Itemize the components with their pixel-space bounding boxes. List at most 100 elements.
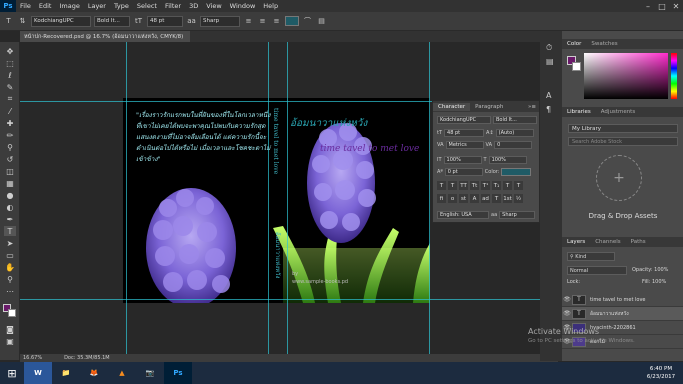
faux-italic-button[interactable]: T bbox=[448, 181, 457, 190]
word-app-icon[interactable]: W bbox=[24, 362, 52, 384]
history-brush-icon[interactable]: ↺ bbox=[4, 154, 16, 164]
char-font-family[interactable]: KodchiangUPC bbox=[437, 116, 491, 124]
menu-help[interactable]: Help bbox=[259, 2, 282, 10]
char-language[interactable]: English: USA bbox=[437, 211, 489, 219]
align-left-icon[interactable]: ≡ bbox=[243, 16, 254, 27]
menu-file[interactable]: File bbox=[16, 2, 35, 10]
superscript-button[interactable]: T¹ bbox=[481, 181, 490, 190]
menu-type[interactable]: Type bbox=[110, 2, 133, 10]
background-color-swatch[interactable] bbox=[8, 309, 16, 317]
small-caps-button[interactable]: Tt bbox=[470, 181, 479, 190]
healing-brush-icon[interactable]: ✚ bbox=[4, 118, 16, 128]
hand-tool-icon[interactable]: ✋ bbox=[4, 262, 16, 272]
history-panel-icon[interactable]: ⏱ bbox=[546, 43, 552, 53]
file-explorer-icon[interactable]: 📁 bbox=[52, 362, 80, 384]
swash-button[interactable]: A bbox=[470, 194, 479, 203]
photoshop-taskbar-icon[interactable]: Ps bbox=[164, 362, 192, 384]
add-asset-icon[interactable]: + bbox=[596, 155, 642, 201]
vlc-icon[interactable]: ▲ bbox=[108, 362, 136, 384]
paragraph-panel-icon[interactable]: ¶ bbox=[546, 105, 551, 114]
pen-tool-icon[interactable]: ✒ bbox=[4, 214, 16, 224]
discretionary-lig-button[interactable]: st bbox=[459, 194, 468, 203]
char-anti-alias[interactable]: Sharp bbox=[499, 211, 536, 219]
eye-icon[interactable]: 👁 bbox=[562, 310, 572, 317]
color-background-swatch[interactable] bbox=[572, 62, 581, 71]
char-font-style[interactable]: Bold It... bbox=[493, 116, 537, 124]
char-kerning[interactable]: Metrics bbox=[445, 141, 484, 149]
library-search-input[interactable]: Search Adobe Stock bbox=[568, 137, 678, 146]
menu-view[interactable]: View bbox=[202, 2, 225, 10]
back-cover-blurb[interactable]: "เรื่องราวรักแรกพบในที่ฝันของที่ในโลกเวล… bbox=[136, 110, 276, 165]
char-vscale[interactable]: 100% bbox=[443, 156, 482, 164]
warp-text-icon[interactable]: ⌒ bbox=[302, 16, 313, 27]
tab-layers[interactable]: Layers bbox=[562, 239, 590, 245]
char-baseline[interactable]: 0 pt bbox=[444, 168, 483, 176]
menu-edit[interactable]: Edit bbox=[35, 2, 56, 10]
blur-tool-icon[interactable]: ● bbox=[4, 190, 16, 200]
menu-filter[interactable]: Filter bbox=[161, 2, 185, 10]
menu-window[interactable]: Window bbox=[226, 2, 260, 10]
tab-swatches[interactable]: Swatches bbox=[586, 41, 622, 47]
quick-mask-icon[interactable]: ◙ bbox=[4, 324, 16, 334]
font-family-select[interactable]: KodchiangUPC bbox=[31, 15, 91, 27]
tab-paragraph[interactable]: Paragraph bbox=[470, 103, 508, 111]
underline-button[interactable]: T bbox=[503, 181, 512, 190]
windows-start-icon[interactable]: ⊞ bbox=[0, 362, 24, 384]
char-hscale[interactable]: 100% bbox=[488, 156, 527, 164]
character-panel-icon[interactable]: ▤ bbox=[316, 16, 327, 27]
move-tool-icon[interactable]: ✥ bbox=[4, 46, 16, 56]
zoom-tool-icon[interactable]: ⚲ bbox=[4, 274, 16, 284]
all-caps-button[interactable]: TT bbox=[459, 181, 468, 190]
align-center-icon[interactable]: ≡ bbox=[257, 16, 268, 27]
faux-bold-button[interactable]: T bbox=[437, 181, 446, 190]
system-clock[interactable]: 6:40 PM 6/23/2017 bbox=[639, 365, 683, 381]
character-panel-icon[interactable]: A bbox=[546, 91, 551, 100]
ligatures-button[interactable]: fi bbox=[437, 194, 446, 203]
font-style-select[interactable]: Bold It... bbox=[94, 15, 130, 27]
marquee-tool-icon[interactable]: ⬚ bbox=[4, 58, 16, 68]
spine-title-top[interactable]: time tavel to met love bbox=[272, 108, 279, 174]
close-button[interactable]: ✕ bbox=[669, 0, 683, 12]
photo-app-icon[interactable]: 📷 bbox=[136, 362, 164, 384]
opacity-field[interactable]: Opacity: 100% bbox=[632, 267, 668, 273]
tab-channels[interactable]: Channels bbox=[590, 239, 625, 245]
char-leading[interactable]: (Auto) bbox=[495, 129, 534, 137]
cover-subtitle[interactable]: time tavel to met love bbox=[320, 144, 419, 154]
lasso-tool-icon[interactable]: ℓ bbox=[4, 70, 16, 80]
properties-panel-icon[interactable]: ▤ bbox=[546, 57, 554, 66]
clone-stamp-icon[interactable]: ⚲ bbox=[4, 142, 16, 152]
menu-3d[interactable]: 3D bbox=[185, 2, 202, 10]
eyedropper-tool-icon[interactable]: ⁄ bbox=[4, 106, 16, 116]
minimize-button[interactable]: – bbox=[641, 0, 655, 12]
type-tool-icon[interactable]: T bbox=[4, 226, 16, 236]
blend-mode-select[interactable]: Normal bbox=[567, 266, 627, 275]
contextual-alt-button[interactable]: ο bbox=[448, 194, 457, 203]
tab-character[interactable]: Character bbox=[433, 102, 471, 111]
path-select-icon[interactable]: ➤ bbox=[4, 238, 16, 248]
char-color-swatch[interactable] bbox=[501, 168, 532, 176]
fill-field[interactable]: Fill: 100% bbox=[642, 279, 666, 285]
doc-size[interactable]: Doc: 35.3M/85.1M bbox=[64, 355, 110, 361]
gradient-tool-icon[interactable]: ▦ bbox=[4, 178, 16, 188]
subscript-button[interactable]: T₁ bbox=[492, 181, 501, 190]
type-tool-icon[interactable]: T bbox=[3, 16, 14, 27]
rectangle-tool-icon[interactable]: ▭ bbox=[4, 250, 16, 260]
panel-menu-icon[interactable]: »≡ bbox=[528, 104, 539, 110]
menu-layer[interactable]: Layer bbox=[84, 2, 110, 10]
text-orientation-icon[interactable]: ⇅ bbox=[17, 16, 28, 27]
hue-slider[interactable] bbox=[671, 53, 677, 99]
align-right-icon[interactable]: ≡ bbox=[271, 16, 282, 27]
spine-title-bottom[interactable]: อ้อมนาวาแห่งหวัง bbox=[272, 232, 282, 278]
screen-mode-icon[interactable]: ▣ bbox=[4, 336, 16, 346]
eraser-tool-icon[interactable]: ◫ bbox=[4, 166, 16, 176]
layer-row[interactable]: 👁 T time tavel to met love bbox=[562, 293, 683, 307]
maximize-button[interactable]: □ bbox=[655, 0, 669, 12]
char-font-size[interactable]: 48 pt bbox=[444, 129, 485, 137]
dodge-tool-icon[interactable]: ◐ bbox=[4, 202, 16, 212]
menu-image[interactable]: Image bbox=[55, 2, 83, 10]
layer-row-selected[interactable]: 👁 T อ้อมนาวาแห่งหวัง bbox=[562, 307, 683, 321]
tab-adjustments[interactable]: Adjustments bbox=[596, 109, 640, 115]
zoom-level[interactable]: 16.67% bbox=[23, 355, 42, 361]
quick-select-tool-icon[interactable]: ✎ bbox=[4, 82, 16, 92]
strikethrough-button[interactable]: T bbox=[514, 181, 523, 190]
